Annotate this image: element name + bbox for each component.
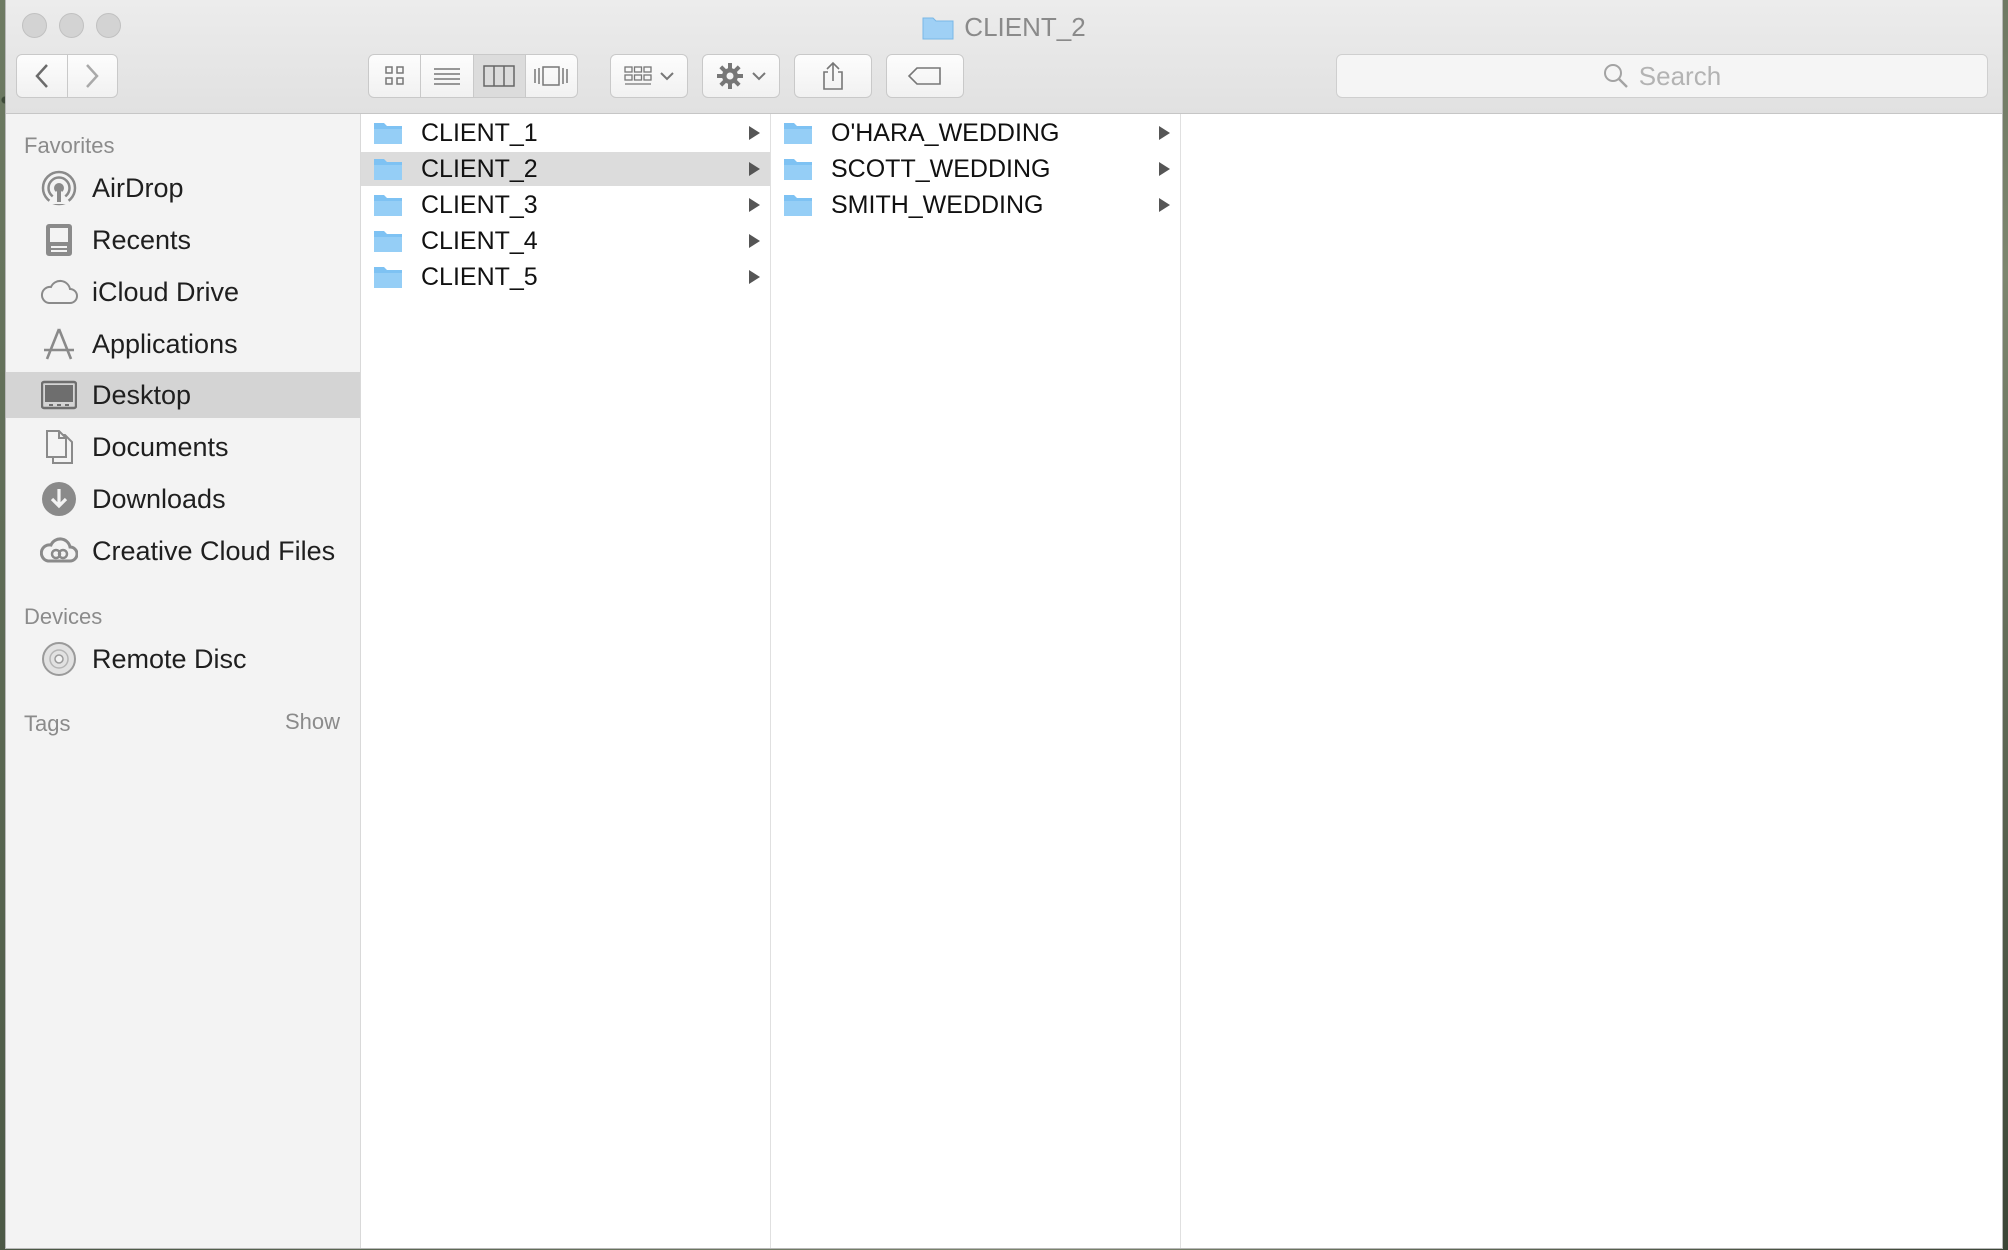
icon-view-button[interactable] <box>369 55 422 97</box>
navigation-buttons <box>16 54 118 98</box>
disclosure-arrow-icon <box>749 126 760 140</box>
finder-window: CLIENT_2 Search Favorites AirDrop Recent… <box>6 0 2002 1248</box>
folder-name: O'HARA_WEDDING <box>831 118 1060 147</box>
gallery-view-button[interactable] <box>526 55 577 97</box>
disclosure-arrow-icon <box>1159 198 1170 212</box>
sidebar-item-remote-disc[interactable]: Remote Disc <box>6 636 360 682</box>
browser-column-1: CLIENT_1 CLIENT_2 CLIENT_3 CLIENT_4 CLIE… <box>361 114 771 1248</box>
folder-icon <box>373 157 403 181</box>
desktop-icon <box>40 376 78 414</box>
search-placeholder: Search <box>1638 60 1722 91</box>
folder-icon <box>783 193 813 217</box>
tag-icon <box>907 67 941 85</box>
folder-row[interactable]: CLIENT_5 <box>361 260 770 294</box>
folder-row[interactable]: CLIENT_2 <box>361 152 770 186</box>
sidebar-item-airdrop[interactable]: AirDrop <box>6 165 360 211</box>
share-icon <box>823 61 843 90</box>
browser-column-2: O'HARA_WEDDING SCOTT_WEDDING SMITH_WEDDI… <box>771 114 1181 1248</box>
tags-show-link[interactable]: Show <box>285 709 340 735</box>
disc-icon <box>40 640 78 678</box>
disclosure-arrow-icon <box>749 198 760 212</box>
sidebar-item-label: Downloads <box>92 483 226 514</box>
applications-icon <box>40 325 78 363</box>
columns-icon <box>483 65 515 87</box>
creative-cloud-icon <box>40 532 78 570</box>
forward-button[interactable] <box>68 55 118 97</box>
sidebar-item-label: Recents <box>92 224 192 255</box>
folder-name: CLIENT_5 <box>421 262 538 291</box>
folder-name: CLIENT_3 <box>421 190 538 219</box>
arrange-grid-icon <box>624 66 652 85</box>
documents-icon <box>40 428 78 466</box>
sidebar-item-applications[interactable]: Applications <box>6 321 360 367</box>
back-button[interactable] <box>17 55 68 97</box>
sidebar-item-label: Applications <box>92 328 238 359</box>
downloads-icon <box>40 480 78 518</box>
sidebar: Favorites AirDrop Recents iCloud Drive A… <box>6 114 361 1248</box>
folder-row[interactable]: O'HARA_WEDDING <box>771 116 1180 150</box>
sidebar-item-icloud-drive[interactable]: iCloud Drive <box>6 269 360 315</box>
chevron-down-icon <box>660 72 674 81</box>
airdrop-icon <box>40 169 78 207</box>
folder-row[interactable]: SMITH_WEDDING <box>771 188 1180 222</box>
folder-row[interactable]: CLIENT_1 <box>361 116 770 150</box>
title-bar: CLIENT_2 Search <box>6 0 2002 114</box>
sidebar-item-label: Remote Disc <box>92 643 247 674</box>
sidebar-item-label: AirDrop <box>92 172 184 203</box>
gear-icon <box>717 63 743 89</box>
devices-heading: Devices <box>24 604 103 629</box>
folder-row[interactable]: SCOTT_WEDDING <box>771 152 1180 186</box>
folder-icon <box>373 193 403 217</box>
folder-icon <box>922 15 954 40</box>
search-field[interactable]: Search <box>1336 54 1988 98</box>
folder-name: SCOTT_WEDDING <box>831 154 1051 183</box>
folder-row[interactable]: CLIENT_4 <box>361 224 770 258</box>
disclosure-arrow-icon <box>749 234 760 248</box>
folder-row[interactable]: CLIENT_3 <box>361 188 770 222</box>
folder-icon <box>373 265 403 289</box>
recents-icon <box>40 221 78 259</box>
window-title-text: CLIENT_2 <box>964 12 1086 42</box>
arrange-button[interactable] <box>610 54 688 98</box>
sidebar-item-documents[interactable]: Documents <box>6 424 360 470</box>
search-icon <box>1603 64 1628 88</box>
cover-flow-icon <box>534 66 569 86</box>
sidebar-item-desktop[interactable]: Desktop <box>6 372 360 418</box>
window-title: CLIENT_2 <box>6 12 2002 43</box>
sidebar-item-label: Documents <box>92 431 229 462</box>
disclosure-arrow-icon <box>749 270 760 284</box>
folder-icon <box>373 229 403 253</box>
sidebar-item-downloads[interactable]: Downloads <box>6 476 360 522</box>
action-button[interactable] <box>702 54 780 98</box>
sidebar-item-creative-cloud-files[interactable]: Creative Cloud Files <box>6 528 360 574</box>
column-view-button[interactable] <box>473 55 526 97</box>
list-icon <box>433 68 460 85</box>
tags-button[interactable] <box>886 54 964 98</box>
favorites-heading: Favorites <box>24 133 115 158</box>
folder-icon <box>783 157 813 181</box>
folder-name: CLIENT_4 <box>421 226 538 255</box>
folder-name: SMITH_WEDDING <box>831 190 1044 219</box>
disclosure-arrow-icon <box>749 162 760 176</box>
folder-icon <box>783 121 813 145</box>
chevron-left-icon <box>35 64 48 88</box>
list-view-button[interactable] <box>421 55 474 97</box>
sidebar-item-label: iCloud Drive <box>92 276 240 307</box>
sidebar-item-label: Creative Cloud Files <box>92 535 336 566</box>
sidebar-item-recents[interactable]: Recents <box>6 217 360 263</box>
chevron-down-icon <box>752 72 766 81</box>
folder-name: CLIENT_1 <box>421 118 538 147</box>
folder-icon <box>373 121 403 145</box>
disclosure-arrow-icon <box>1159 126 1170 140</box>
view-mode-control <box>368 54 578 98</box>
browser-column-3 <box>1181 114 2002 1248</box>
cloud-icon <box>40 273 78 311</box>
folder-name: CLIENT_2 <box>421 154 538 183</box>
sidebar-item-label: Desktop <box>92 379 192 410</box>
share-button[interactable] <box>794 54 872 98</box>
tags-heading: Tags <box>24 711 71 736</box>
grid-icon <box>384 66 404 85</box>
disclosure-arrow-icon <box>1159 162 1170 176</box>
chevron-right-icon <box>86 64 99 88</box>
